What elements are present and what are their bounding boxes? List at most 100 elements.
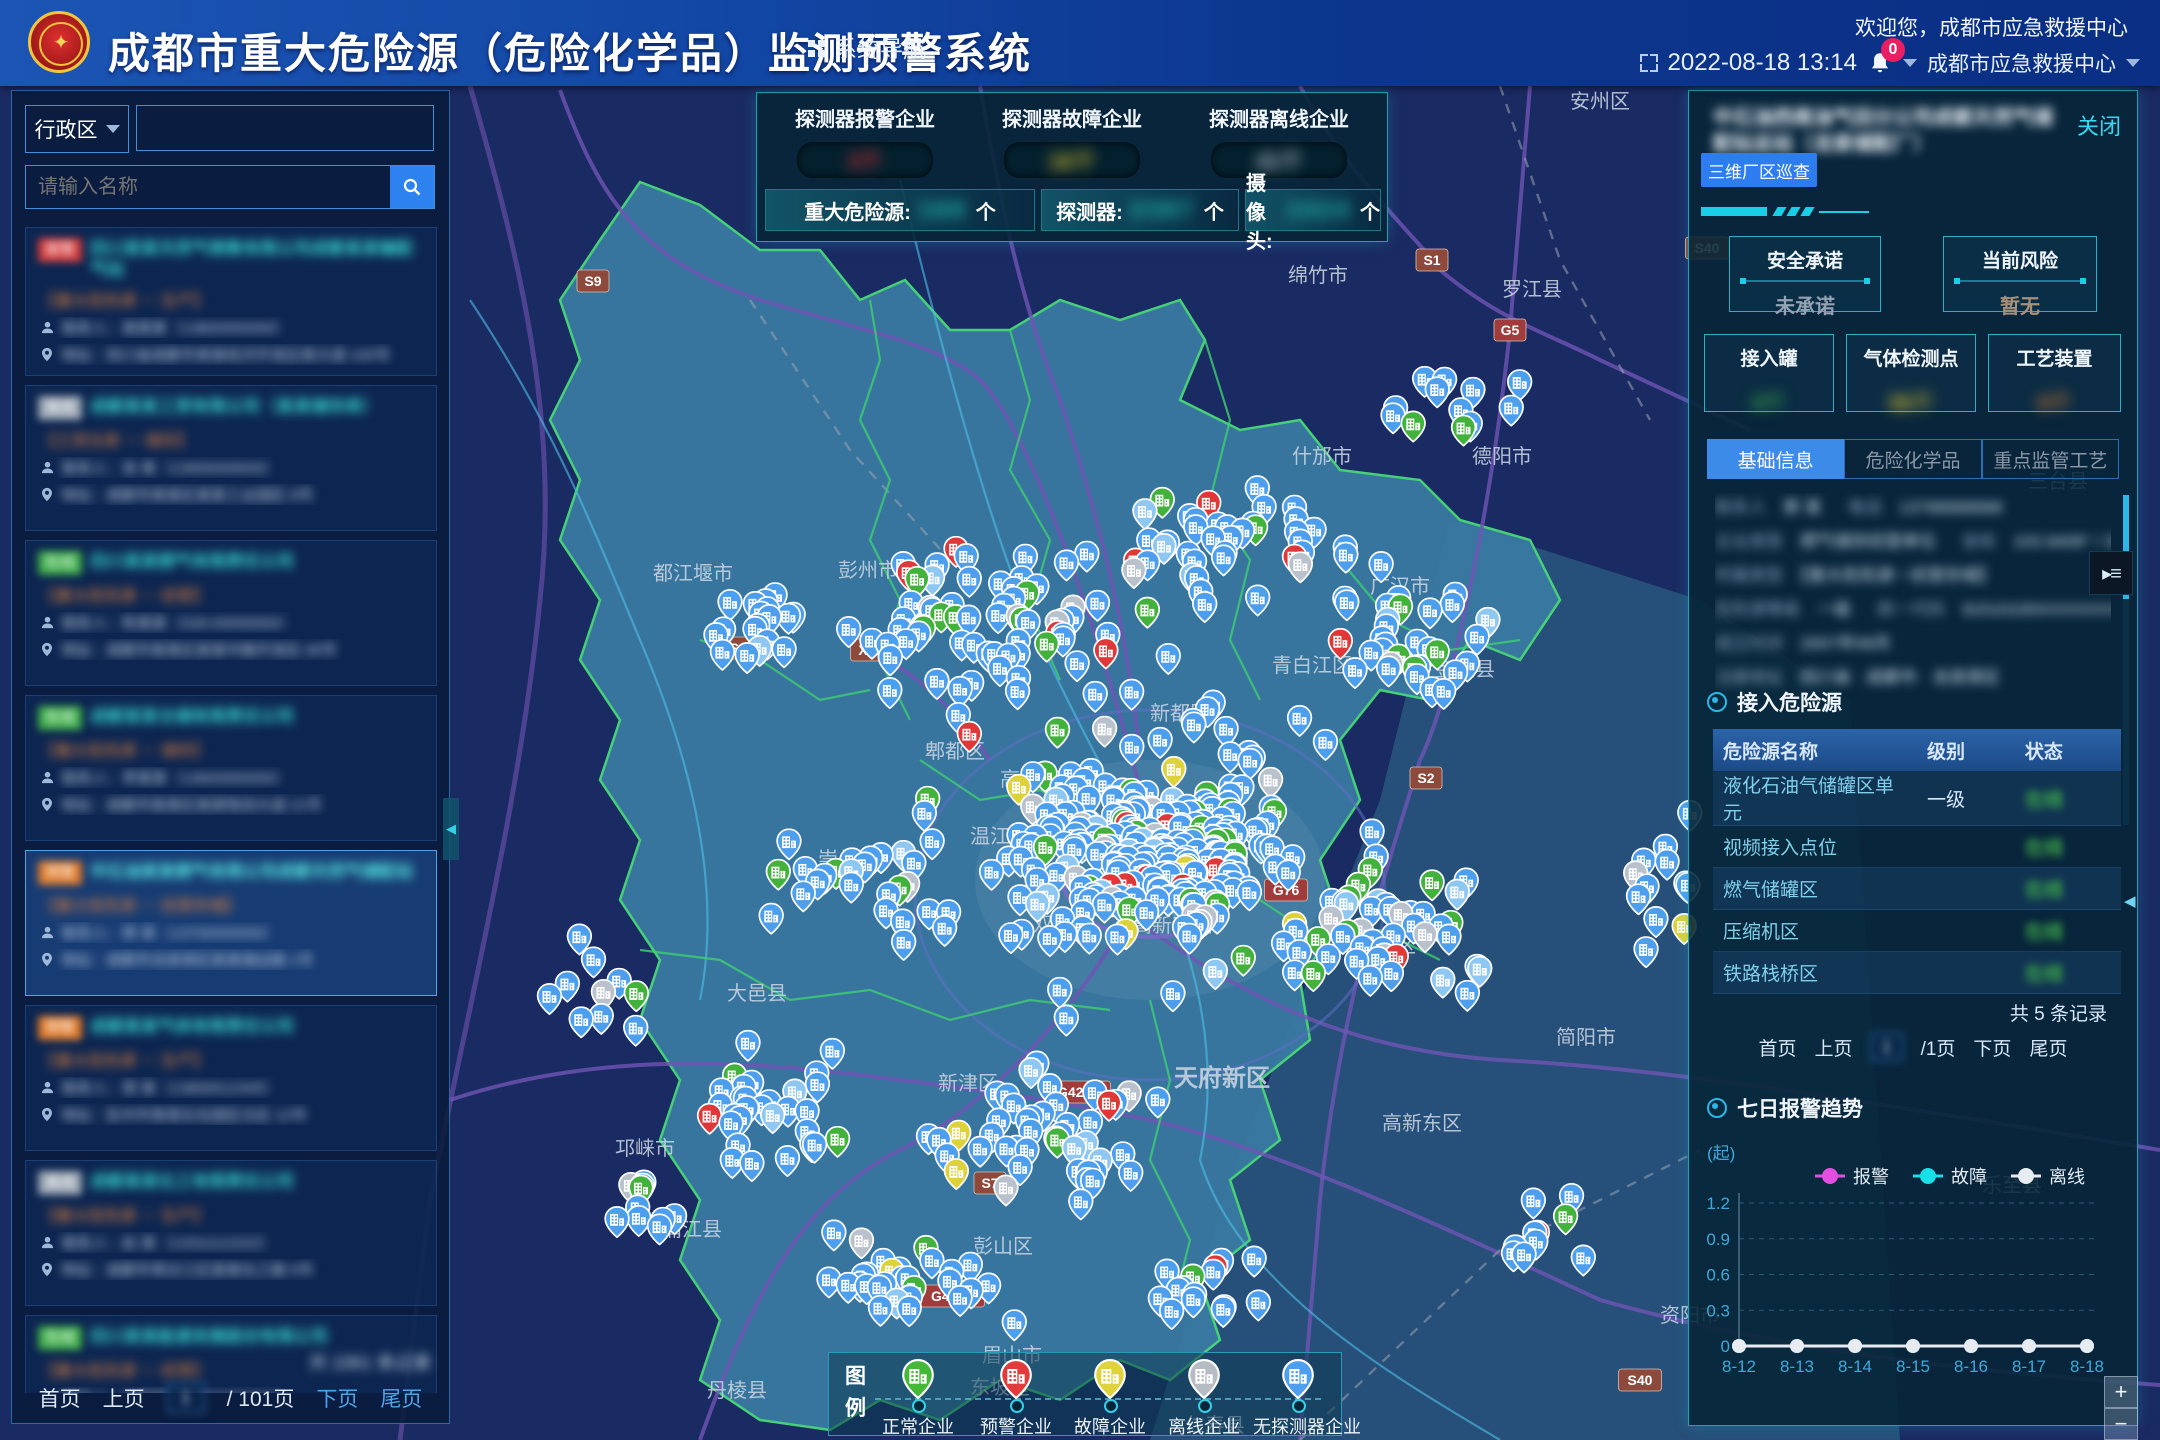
company-list-item[interactable]: 预警中石油某某燃气有限公司成都天然气储配站【重大危险源 － 经营存储】联系人：郭… bbox=[25, 850, 437, 996]
first-page-button[interactable]: 首页 bbox=[1759, 1034, 1797, 1061]
company-list-item[interactable]: 在线四川某某燃气有限责任公司【重大危险源 － 经营】联系人：陈某某（028-00… bbox=[25, 540, 437, 686]
company-list-item[interactable]: 报警四川某某天然气销售有限公司成都某某输配气站【重大危险源 － 生产】联系人：高… bbox=[25, 227, 437, 376]
status-badge: 报警 bbox=[38, 238, 82, 262]
total-pages: /1页 bbox=[1921, 1034, 1956, 1061]
chevron-down-icon[interactable] bbox=[2126, 59, 2140, 67]
expand-list-button[interactable]: ▸≡ bbox=[2089, 551, 2133, 595]
company-list-item[interactable]: 预警成都某某气体有限责任公司【重大危险源 － 生产】联系人：周 某（138000… bbox=[25, 1005, 437, 1151]
region-value-input[interactable] bbox=[136, 105, 434, 151]
location-icon bbox=[40, 1262, 54, 1277]
company-list-item[interactable]: 离线成都某某化工有限责任公司【重大危险源 － 生产】联系人：赵 某（133111… bbox=[25, 1160, 437, 1306]
svg-text:8-17: 8-17 bbox=[2012, 1357, 2046, 1376]
svg-text:G5: G5 bbox=[1501, 322, 1520, 338]
search-input[interactable] bbox=[26, 166, 390, 208]
map-city-label: 德阳市 bbox=[1472, 445, 1532, 468]
company-title: 中石油西南油气田分公司成都天然气储配站总站（龙泉储配厂） bbox=[1713, 105, 2069, 159]
legend-item: 故障企业 bbox=[1065, 1359, 1155, 1439]
svg-text:8-15: 8-15 bbox=[1896, 1357, 1930, 1376]
grid-icon bbox=[808, 40, 825, 57]
prev-page-button[interactable]: 上页 bbox=[1815, 1034, 1853, 1061]
camera-count-label: 摄像头: bbox=[1246, 167, 1279, 254]
person-icon bbox=[40, 925, 55, 940]
page-number-input[interactable]: 1 bbox=[167, 1383, 205, 1413]
table-row[interactable]: 液化石油气储罐区单元一级在线 bbox=[1713, 771, 2121, 826]
process-device-count-card: 工艺装置 6个 bbox=[1988, 334, 2121, 412]
map-zoom-in-button[interactable]: + bbox=[2104, 1376, 2138, 1408]
prev-page-button[interactable]: 上页 bbox=[103, 1383, 145, 1413]
close-button[interactable]: 关闭 bbox=[2077, 109, 2121, 141]
status-badge: 在线 bbox=[38, 1326, 82, 1350]
company-name: 四川某某能源发展股份有限公司 bbox=[90, 1326, 328, 1347]
divider-decoration bbox=[1701, 207, 2121, 217]
company-pin-icon bbox=[1000, 1359, 1032, 1399]
section-bullet-icon bbox=[1707, 692, 1727, 712]
svg-text:8-16: 8-16 bbox=[1954, 1357, 1988, 1376]
legend-title: 图例 bbox=[845, 1361, 869, 1425]
company-contact: 联系人：郭 某（13700000000） bbox=[62, 922, 278, 943]
map-city-label: 什邡市 bbox=[1292, 445, 1352, 468]
status-badge: 离线 bbox=[38, 1171, 82, 1195]
company-address: 地址：成都市龙泉驿区某某储运路 1号 bbox=[61, 949, 314, 970]
next-page-button[interactable]: 下页 bbox=[316, 1383, 358, 1413]
tab-key-process[interactable]: 重点监管工艺 bbox=[1982, 439, 2119, 479]
page-number-input[interactable]: 1 bbox=[1871, 1033, 1903, 1061]
3d-patrol-button[interactable]: 三维厂区巡查 bbox=[1701, 153, 1817, 187]
person-icon bbox=[40, 1235, 55, 1250]
notification-bell[interactable]: 0 bbox=[1867, 50, 1893, 76]
info-row: 成立时间 2007年08月 bbox=[1715, 629, 2111, 654]
company-address: 地址：成都市青白江区某某化工路 9号 bbox=[61, 1259, 314, 1280]
hazard-record-count: 共 5 条记录 bbox=[2010, 999, 2107, 1026]
table-row[interactable]: 燃气储罐区在线 bbox=[1713, 868, 2121, 910]
company-type: 【重大危险源 － 经营】 bbox=[40, 582, 424, 606]
table-row[interactable]: 视频接入点位在线 bbox=[1713, 826, 2121, 868]
company-address: 地址：彭州市某某石化园区北区 12号 bbox=[61, 1104, 307, 1125]
map-city-label: 罗江县 bbox=[1502, 278, 1562, 301]
sidebar-collapse-tab[interactable]: ◀ bbox=[443, 798, 459, 860]
fullscreen-icon[interactable] bbox=[1640, 54, 1658, 72]
status-badge: 在线 bbox=[38, 551, 82, 575]
company-type: 【重大危险源 － 生产】 bbox=[40, 1202, 424, 1226]
svg-text:S2: S2 bbox=[1417, 770, 1434, 786]
company-list-item[interactable]: 离线成都某某工贸有限公司（某某储存库）【工贸仓库 － 储存】联系人：张 某（13… bbox=[25, 385, 437, 531]
location-icon bbox=[40, 347, 54, 362]
table-row[interactable]: 铁路栈桥区在线 bbox=[1713, 952, 2121, 994]
legend-label: 无探测器企业 bbox=[1253, 1413, 1343, 1439]
last-page-button[interactable]: 尾页 bbox=[380, 1383, 422, 1413]
map-zoom-out-button[interactable]: − bbox=[2104, 1408, 2138, 1440]
svg-text:0: 0 bbox=[1721, 1337, 1730, 1356]
safety-promise-card: 安全承诺 未承诺 bbox=[1729, 236, 1881, 312]
last-page-button[interactable]: 尾页 bbox=[2029, 1034, 2067, 1061]
search-button[interactable] bbox=[390, 166, 434, 208]
panel-collapse-arrow[interactable]: ◀ bbox=[2124, 892, 2136, 910]
system-nav-button[interactable]: 系统导航 bbox=[808, 30, 926, 64]
detector-count-label: 探测器: bbox=[1056, 196, 1123, 225]
company-pin-icon bbox=[1282, 1359, 1314, 1399]
tab-basic-info[interactable]: 基础信息 bbox=[1707, 439, 1844, 479]
tank-count-card: 接入罐 8个 bbox=[1704, 334, 1834, 412]
region-filter-dropdown[interactable]: 行政区 bbox=[25, 105, 129, 153]
location-icon bbox=[40, 797, 54, 812]
search-icon bbox=[402, 177, 422, 197]
tab-hazard-chemicals[interactable]: 危险化学品 bbox=[1844, 439, 1981, 479]
company-address: 地址：成都市某某区某某物流大道 21号 bbox=[61, 794, 322, 815]
alarm-companies-label: 探测器报警企业 bbox=[765, 103, 965, 132]
scrollbar[interactable] bbox=[2123, 495, 2129, 825]
first-page-button[interactable]: 首页 bbox=[39, 1383, 81, 1413]
next-page-button[interactable]: 下页 bbox=[1973, 1034, 2011, 1061]
gas-point-count-card: 气体检测点 56个 bbox=[1846, 334, 1976, 412]
person-icon bbox=[40, 615, 55, 630]
status-badge: 预警 bbox=[38, 1016, 82, 1040]
notification-count-badge: 0 bbox=[1881, 38, 1905, 62]
map-city-label: 丹棱县 bbox=[707, 1379, 767, 1402]
company-list-item[interactable]: 在线成都某某仓储有限责任公司【重大危险源 － 储存】联系人：李某某（136000… bbox=[25, 695, 437, 841]
current-risk-card: 当前风险 暂无 bbox=[1943, 236, 2097, 312]
map-city-label: 高新东区 bbox=[1382, 1112, 1462, 1135]
chevron-down-icon[interactable] bbox=[1903, 59, 1917, 67]
company-pin-icon bbox=[1188, 1359, 1220, 1399]
company-name: 成都某某化工有限责任公司 bbox=[90, 1171, 294, 1192]
sidebar-pagination: 首页 上页 1 / 101页 下页 尾页 bbox=[12, 1383, 449, 1413]
table-row[interactable]: 压缩机区在线 bbox=[1713, 910, 2121, 952]
company-list: 报警四川某某天然气销售有限公司成都某某输配气站【重大危险源 － 生产】联系人：高… bbox=[25, 227, 437, 1393]
org-selector[interactable]: 成都市应急救援中心 bbox=[1927, 48, 2116, 78]
svg-text:8-13: 8-13 bbox=[1780, 1357, 1814, 1376]
